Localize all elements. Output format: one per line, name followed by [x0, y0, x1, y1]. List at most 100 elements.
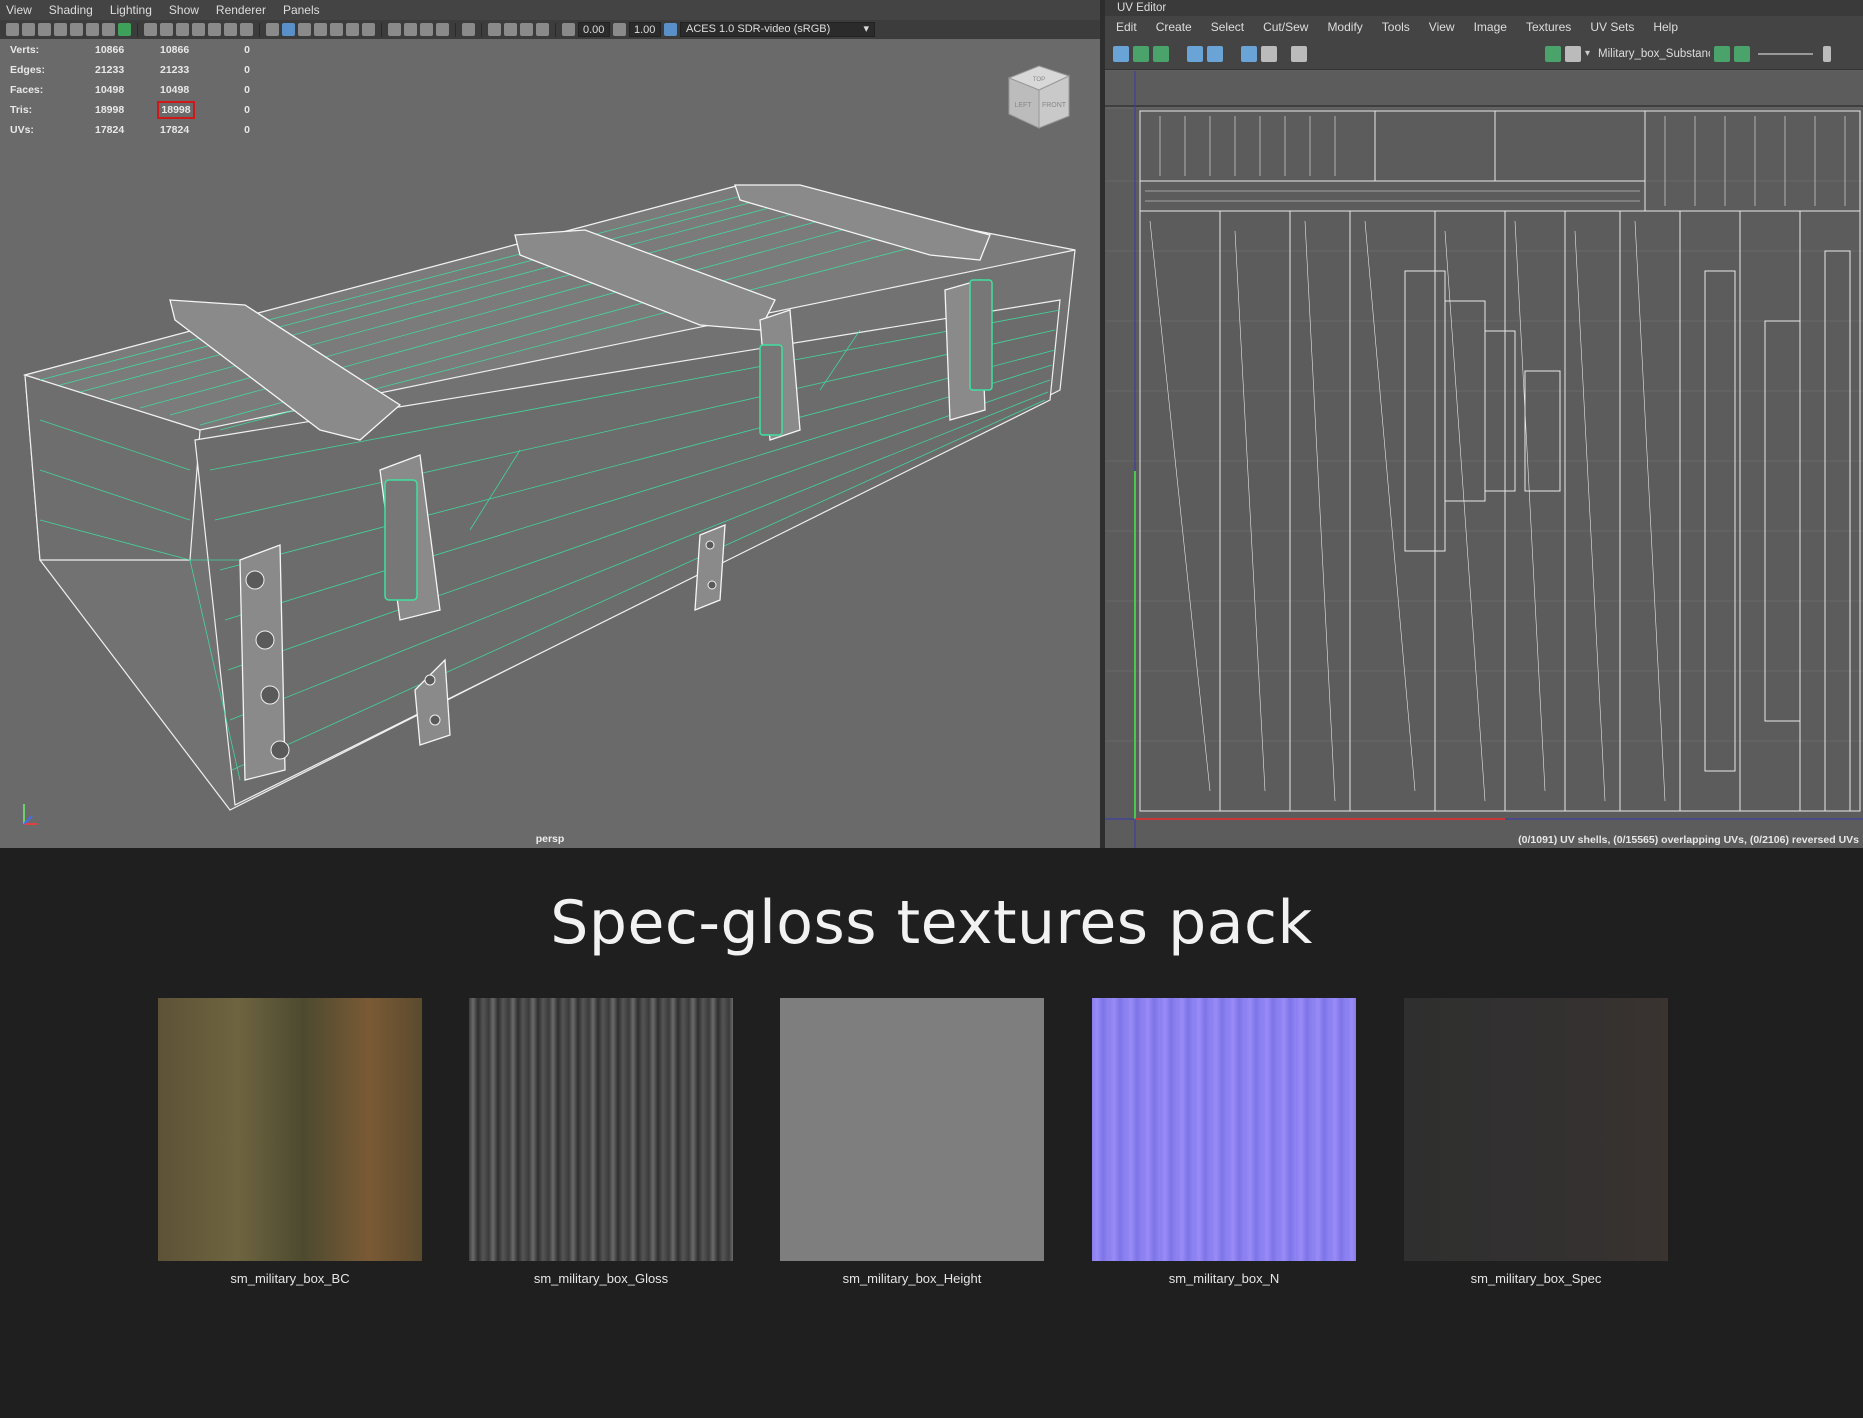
uv-layout-canvas[interactable]: [1105, 71, 1863, 848]
hud-value: 0: [244, 84, 250, 96]
uv-menu-modify[interactable]: Modify: [1316, 20, 1370, 34]
uv-menu-edit[interactable]: Edit: [1105, 20, 1145, 34]
uv-texture-display-icon[interactable]: [1734, 45, 1751, 62]
film-gate-icon[interactable]: [160, 23, 173, 36]
menu-show[interactable]: Show: [163, 3, 210, 17]
camera-attributes-icon[interactable]: [38, 23, 51, 36]
camera-icon[interactable]: [6, 23, 19, 36]
toolbar-separator: [381, 22, 382, 37]
uv-editor-panel: UV Editor Edit Create Select Cut/Sew Mod…: [1105, 0, 1863, 848]
uv-expand-icon[interactable]: [1823, 45, 1832, 62]
gamma-field[interactable]: 1.00: [629, 22, 661, 37]
uv-menu-tools[interactable]: Tools: [1371, 20, 1418, 34]
isolate-select-icon[interactable]: [462, 23, 475, 36]
uv-menu-uv-sets[interactable]: UV Sets: [1579, 20, 1642, 34]
uv-texture-name[interactable]: Military_box_Substance: [1598, 48, 1710, 60]
texture-thumbnail: [780, 998, 1044, 1261]
uv-wireframe-icon[interactable]: [1187, 45, 1203, 62]
uv-brightness-slider[interactable]: [1758, 52, 1814, 55]
field-chart-icon[interactable]: [208, 23, 221, 36]
viewcube-top-label: TOP: [1033, 77, 1045, 83]
gate-mask-icon[interactable]: [192, 23, 205, 36]
use-all-lights-icon[interactable]: [346, 23, 359, 36]
uv-menu-view[interactable]: View: [1418, 20, 1463, 34]
depth-of-field-icon[interactable]: [436, 23, 449, 36]
textured-icon[interactable]: [330, 23, 343, 36]
uv-select-icon[interactable]: [1113, 45, 1129, 62]
poly-count-hud: Verts: 10866 10866 0 Edges: 21233 21233 …: [10, 40, 250, 140]
grid-icon[interactable]: [144, 23, 157, 36]
toolbar-separator: [137, 22, 138, 37]
hud-row-edges: Edges: 21233 21233 0: [10, 60, 250, 80]
uv-checker-toggle-icon[interactable]: [1565, 45, 1581, 62]
grease-pencil-icon[interactable]: [102, 23, 115, 36]
uv-shell-icon[interactable]: [1133, 45, 1149, 62]
screen-space-ao-icon[interactable]: [388, 23, 401, 36]
uv-distortion-icon[interactable]: [1153, 45, 1169, 62]
texture-card-spec: sm_military_box_Spec: [1404, 998, 1668, 1286]
xray-active-icon[interactable]: [504, 23, 517, 36]
shadows-icon[interactable]: [362, 23, 375, 36]
xray-joints-icon[interactable]: [520, 23, 533, 36]
menu-view[interactable]: View: [0, 3, 43, 17]
gamma-icon[interactable]: [613, 23, 626, 36]
uv-editor-title: UV Editor: [1105, 0, 1863, 16]
lock-camera-icon[interactable]: [22, 23, 35, 36]
exposure-field[interactable]: 0.00: [578, 22, 610, 37]
uv-menu-cut-sew[interactable]: Cut/Sew: [1252, 20, 1316, 34]
uv-checker-icon[interactable]: [1207, 45, 1223, 62]
texture-name: sm_military_box_Spec: [1470, 1271, 1602, 1286]
hud-value: 0: [244, 124, 250, 136]
hud-value: 17824: [160, 124, 190, 136]
resolution-gate-icon[interactable]: [176, 23, 189, 36]
2d-pan-zoom-icon[interactable]: [86, 23, 99, 36]
safe-title-icon[interactable]: [240, 23, 253, 36]
motion-blur-icon[interactable]: [404, 23, 417, 36]
uv-snapshot-icon[interactable]: [1291, 45, 1307, 62]
hud-label: Edges:: [10, 64, 46, 76]
texture-name: sm_military_box_BC: [230, 1271, 350, 1286]
viewport-menubar: View Shading Lighting Show Renderer Pane…: [0, 0, 1100, 20]
texture-card-height: sm_military_box_Height: [780, 998, 1044, 1286]
xray-icon[interactable]: [488, 23, 501, 36]
toolbar-separator: [259, 22, 260, 37]
smooth-shade-icon[interactable]: [282, 23, 295, 36]
exposure-icon[interactable]: [562, 23, 575, 36]
chevron-down-icon[interactable]: ▾: [1585, 48, 1590, 59]
color-management-icon[interactable]: [664, 23, 677, 36]
backface-culling-icon[interactable]: [536, 23, 549, 36]
anti-aliasing-icon[interactable]: [420, 23, 433, 36]
uv-image-display-icon[interactable]: [1545, 45, 1561, 62]
hud-row-faces: Faces: 10498 10498 0: [10, 80, 250, 100]
uv-menu-create[interactable]: Create: [1145, 20, 1200, 34]
menu-panels[interactable]: Panels: [277, 3, 331, 17]
bookmark-icon[interactable]: [54, 23, 67, 36]
wireframe-on-shaded-icon[interactable]: [314, 23, 327, 36]
color-space-dropdown[interactable]: ACES 1.0 SDR-video (sRGB) ▾: [680, 22, 875, 37]
image-plane-icon[interactable]: [70, 23, 83, 36]
uv-grid-icon[interactable]: [1241, 45, 1257, 62]
menu-renderer[interactable]: Renderer: [210, 3, 277, 17]
toolbar-separator: [455, 22, 456, 37]
hud-row-uvs: UVs: 17824 17824 0: [10, 120, 250, 140]
hud-value: 21233: [95, 64, 125, 76]
uv-menu-image[interactable]: Image: [1463, 20, 1515, 34]
menu-lighting[interactable]: Lighting: [104, 3, 163, 17]
uv-pixel-snap-icon[interactable]: [1261, 45, 1277, 62]
uv-menu-select[interactable]: Select: [1200, 20, 1252, 34]
hud-value: 10866: [95, 44, 125, 56]
safe-action-icon[interactable]: [224, 23, 237, 36]
viewport-panel[interactable]: View Shading Lighting Show Renderer Pane…: [0, 0, 1100, 848]
uv-menu-help[interactable]: Help: [1642, 20, 1686, 34]
menu-shading[interactable]: Shading: [43, 3, 104, 17]
hud-value: 0: [244, 64, 250, 76]
uv-texture-icon[interactable]: [1714, 45, 1731, 62]
default-material-icon[interactable]: [298, 23, 311, 36]
hud-value: 10866: [160, 44, 190, 56]
uv-menu-textures[interactable]: Textures: [1515, 20, 1579, 34]
texture-name: sm_military_box_Gloss: [533, 1271, 669, 1286]
wireframe-toggle-icon[interactable]: [118, 23, 131, 36]
texture-thumbnail: [158, 998, 422, 1261]
view-cube[interactable]: TOP LEFT FRONT: [1005, 62, 1073, 134]
wireframe-icon[interactable]: [266, 23, 279, 36]
